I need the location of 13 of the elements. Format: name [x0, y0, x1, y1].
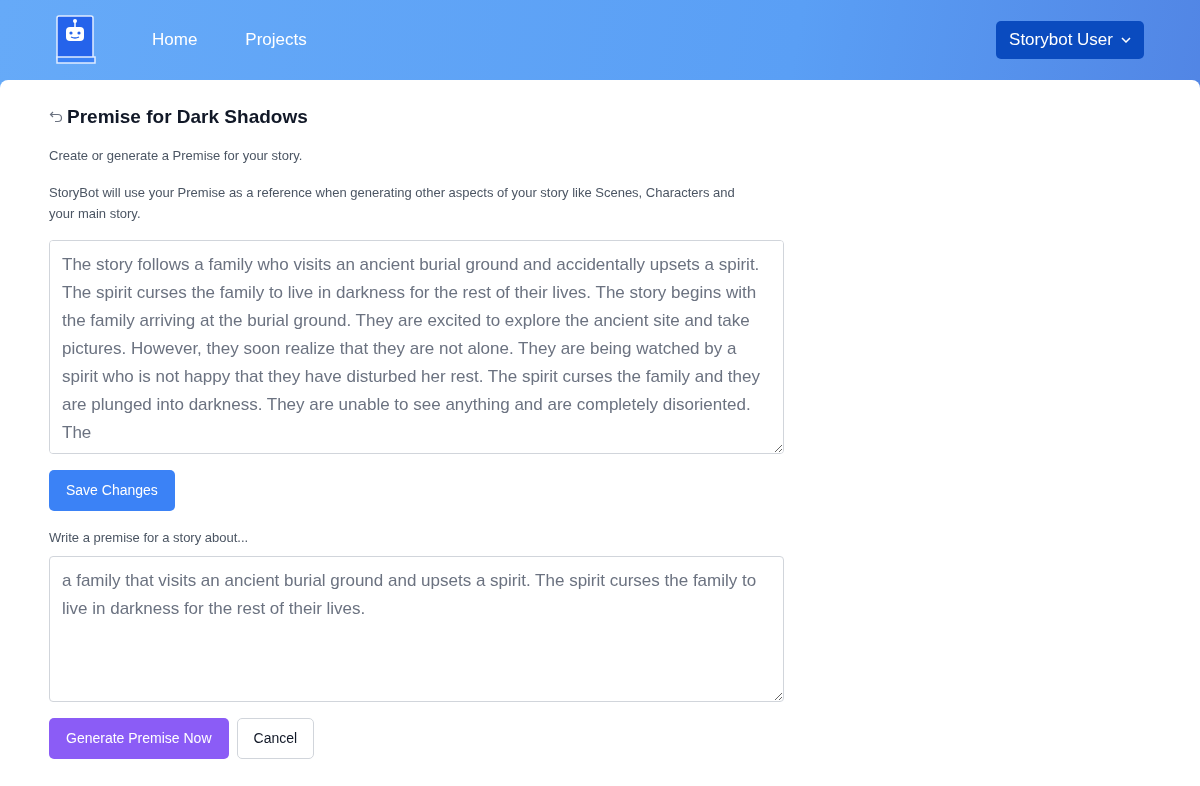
page-title: Premise for Dark Shadows	[67, 106, 308, 129]
cancel-button[interactable]: Cancel	[236, 717, 315, 759]
prompt-label: Write a premise for a story about...	[49, 528, 250, 547]
chevron-down-icon	[1121, 37, 1131, 43]
robot-book-logo[interactable]	[56, 15, 96, 65]
back-icon[interactable]	[49, 110, 63, 125]
prompt-field[interactable]: a family that visits an ancient burial ground and upsets a spirit. The spirit curses the family to live in darkness for the rest of their lives.	[49, 555, 784, 702]
premise-field[interactable]: The story follows a family who visits an ancient burial ground and accidentally upsets a spirit. The spirit curses the family to live in darkness for the rest of their lives. The story begins with the family arriving at the burial ground. They are excited to explore the ancient site and take pictures. However, they soon realize that they are not alone. They are being watched by a spirit who is not happy that they have disturbed her rest. The spirit curses the family and they are plunged into darkness. They are unable to see anything and are completely disoriented. The	[49, 239, 784, 454]
save-changes-button[interactable]: Save Changes	[49, 469, 175, 511]
description-text: StoryBot will use your Premise as a reference when generating other aspects of your story like Scenes, Characters and your main story.	[49, 183, 736, 223]
intro-text: Create or generate a Premise for your story.	[49, 146, 304, 165]
generate-premise-button[interactable]: Generate Premise Now	[49, 717, 229, 759]
user-menu-button[interactable]: Storybot User	[996, 21, 1144, 59]
